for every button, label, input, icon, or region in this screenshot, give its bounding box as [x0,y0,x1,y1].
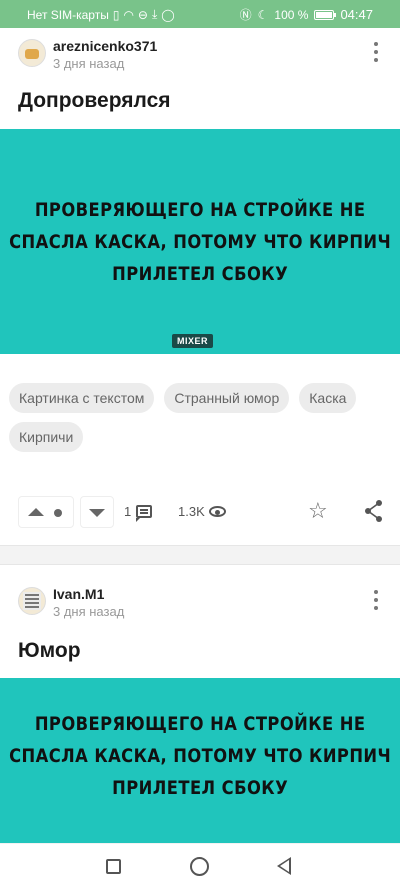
meme-line: ПРОВЕРЯЮЩЕГО НА СТРОЙКЕ НЕ [34,713,366,735]
watermark: MIXER [172,334,214,348]
arrow-up-icon [28,508,44,516]
meme-caption: ПРОВЕРЯЮЩЕГО НА СТРОЙКЕ НЕ СПАСЛА КАСКА,… [9,194,391,290]
post-time: 3 дня назад [53,604,125,619]
status-bar: Нет SIM-карты ▯ ◠ ⊖ ⤓ ◯ Ⓝ ☾ 100 % 04:47 [0,0,400,28]
sync-icon: ◯ [161,7,175,22]
clock: 04:47 [340,7,373,22]
post-card: areznicenko371 3 дня назад Допроверялся … [0,28,400,546]
tag[interactable]: Каска [299,383,357,413]
more-vertical-icon[interactable] [372,42,380,62]
post-image[interactable]: ПРОВЕРЯЮЩЕГО НА СТРОЙКЕ НЕ СПАСЛА КАСКА,… [0,678,400,848]
meme-line: ПРИЛЕТЕЛ СБОКУ [112,777,288,799]
post-image[interactable]: ПРОВЕРЯЮЩЕГО НА СТРОЙКЕ НЕ СПАСЛА КАСКА,… [0,129,400,354]
avatar[interactable] [18,587,46,615]
star-icon[interactable]: ☆ [308,499,328,523]
comment-icon [136,505,153,522]
post-header: areznicenko371 3 дня назад [18,36,382,72]
meme-line: ПРИЛЕТЕЛ СБОКУ [112,262,288,285]
recent-apps-icon[interactable] [106,859,121,874]
author-name[interactable]: Ivan.M1 [53,586,104,602]
author-name[interactable]: areznicenko371 [53,38,157,54]
moon-icon: ☾ [257,7,269,22]
battery-icon [314,9,337,20]
meme-line: СПАСЛА КАСКА, ПОТОМУ ЧТО КИРПИЧ [8,745,392,767]
tag[interactable]: Кирпичи [9,422,84,452]
views-counter: 1.3K [178,504,226,519]
back-icon[interactable] [277,857,291,875]
comments-button[interactable]: 1 [124,504,153,522]
tag[interactable]: Картинка с текстом [9,383,155,413]
nfc-icon: Ⓝ [239,8,252,22]
post-card: Ivan.M1 3 дня назад Юмор ПРОВЕРЯЮЩЕГО НА… [0,565,400,848]
eye-icon [208,506,226,517]
wifi-icon: ◠ [123,7,134,22]
meme-line: ПРОВЕРЯЮЩЕГО НА СТРОЙКЕ НЕ [34,198,366,221]
meme-line: СПАСЛА КАСКА, ПОТОМУ ЧТО КИРПИЧ [8,230,392,253]
tag[interactable]: Странный юмор [164,383,290,413]
system-nav-bar [0,843,400,890]
more-vertical-icon[interactable] [372,590,380,610]
share-icon[interactable] [363,500,383,522]
download-icon: ⤓ [151,7,158,21]
post-title[interactable]: Юмор [18,639,81,663]
post-separator [0,546,400,564]
sim-icon: ▯ [112,7,120,22]
post-time: 3 дня назад [53,56,125,71]
home-icon[interactable] [190,857,209,876]
do-not-disturb-icon: ⊖ [137,7,148,22]
battery-percent: 100 % [274,7,309,22]
view-count: 1.3K [178,504,205,519]
arrow-down-icon [89,509,105,517]
post-title[interactable]: Допроверялся [18,89,171,113]
vote-dot [54,509,62,517]
comment-count: 1 [124,504,132,519]
post-header: Ivan.M1 3 дня назад [18,584,382,620]
vote-control [18,496,115,528]
meme-caption: ПРОВЕРЯЮЩЕГО НА СТРОЙКЕ НЕ СПАСЛА КАСКА,… [9,708,391,804]
avatar[interactable] [18,39,46,67]
post-actions: 1 1.3K ☆ [18,496,388,530]
downvote-button[interactable] [80,496,114,528]
tag-list: Картинка с текстом Странный юмор Каска К… [9,383,394,452]
upvote-button[interactable] [18,496,74,528]
carrier-text: Нет SIM-карты [27,7,109,22]
